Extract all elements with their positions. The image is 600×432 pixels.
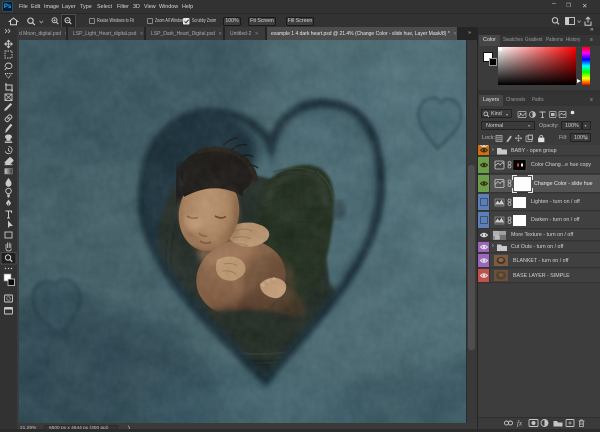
svg-text:fx: fx [517, 420, 523, 428]
